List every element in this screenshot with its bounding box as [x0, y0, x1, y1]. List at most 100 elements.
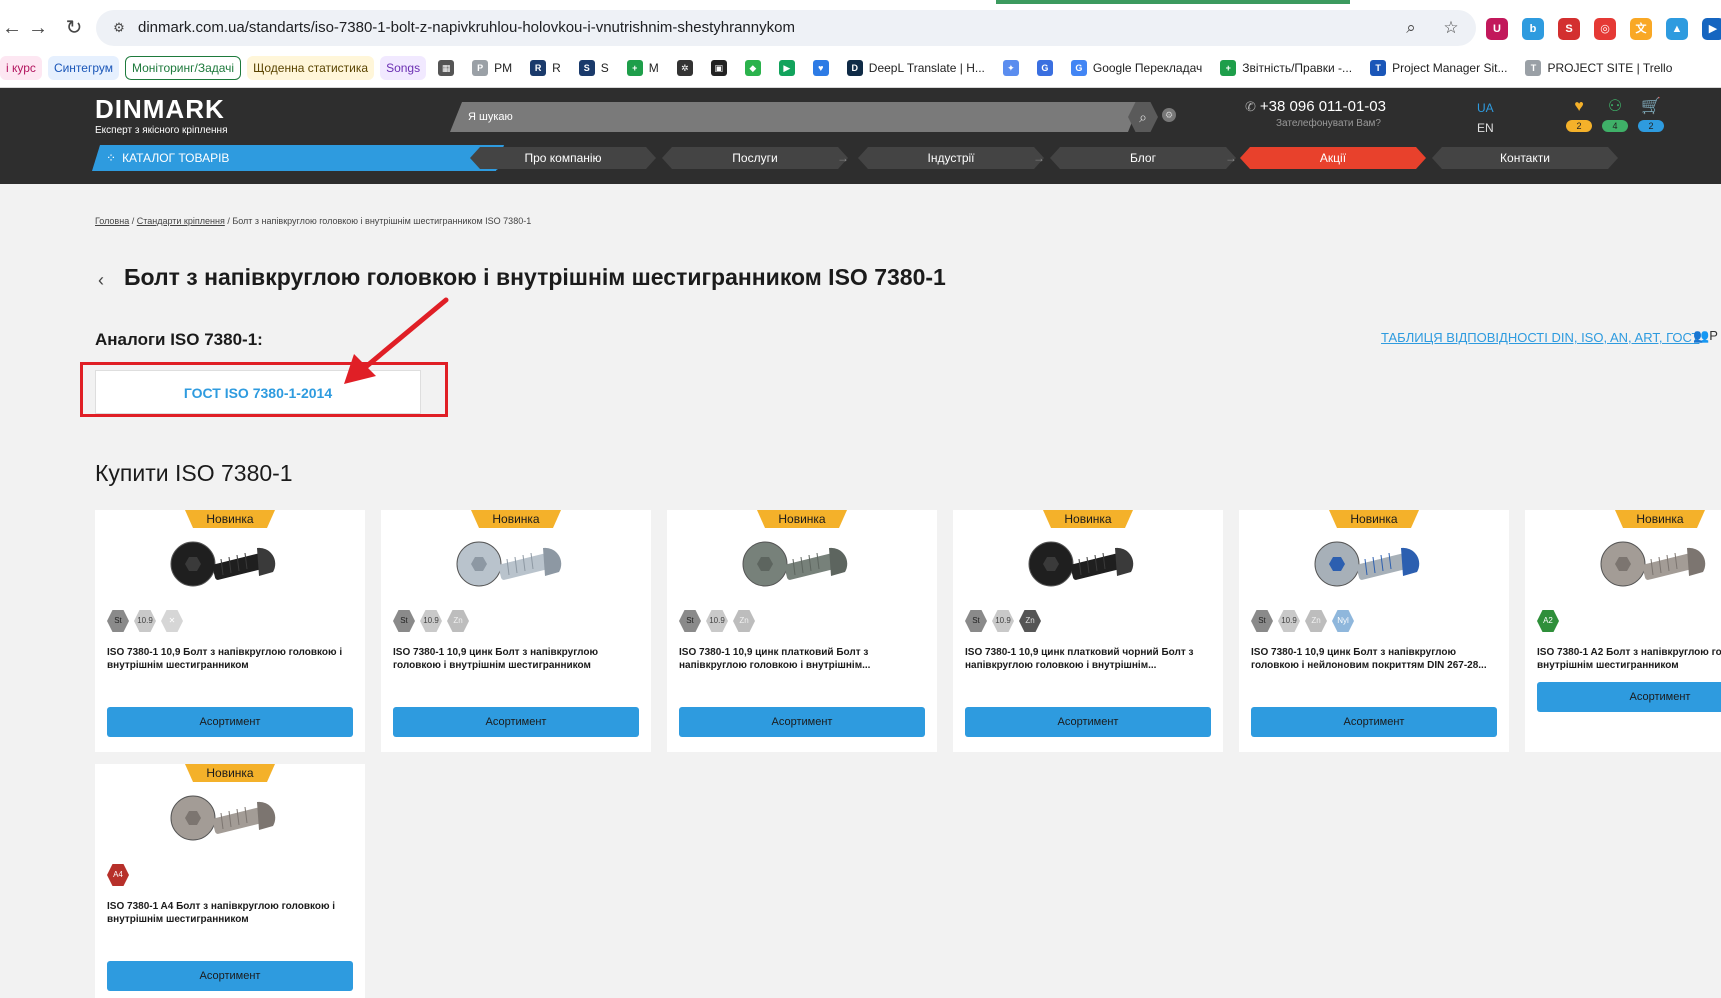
assortment-button[interactable]: Асортимент	[965, 707, 1211, 737]
nav-item[interactable]: Блог	[1050, 147, 1236, 169]
extension-icon[interactable]: ▶	[1702, 18, 1721, 40]
phone-number[interactable]: ✆ +38 096 011-01-03	[1245, 98, 1386, 115]
site-header: DINMARK Експерт з якісного кріплення ⌕ ⚙…	[0, 88, 1721, 184]
favorites-button[interactable]: ♥ 2	[1565, 98, 1593, 134]
extension-icon[interactable]: ◎	[1594, 18, 1616, 40]
bookmark-item[interactable]: D DeepL Translate | Н...	[841, 56, 991, 80]
assortment-button[interactable]: Асортимент	[679, 707, 925, 737]
bookmark-item[interactable]: Моніторинг/Задачі	[125, 56, 242, 80]
bookmark-item[interactable]: T PROJECT SITE | Trello	[1519, 56, 1678, 80]
product-image[interactable]	[165, 788, 295, 854]
product-image[interactable]	[1309, 534, 1439, 600]
bookmark-item[interactable]: T Project Manager Sit...	[1364, 56, 1513, 80]
nav-item[interactable]: Контакти	[1432, 147, 1618, 169]
assortment-button[interactable]: Асортимент	[107, 961, 353, 991]
nav-item[interactable]: Послуги	[662, 147, 848, 169]
header-actions: ♥ 2 ⚇ 4 🛒 2	[1565, 98, 1665, 134]
product-image[interactable]	[1023, 534, 1153, 600]
bookmark-item[interactable]: ♥	[807, 56, 835, 80]
bookmark-item[interactable]: P PM	[466, 56, 518, 80]
site-info-icon[interactable]: ⚙	[110, 19, 128, 37]
bookmark-item[interactable]: SS	[573, 56, 615, 80]
bookmark-star-icon[interactable]: ☆	[1440, 17, 1462, 39]
logo-wordmark: DINMARK	[95, 94, 225, 124]
material-chips: St 10.9 Zn	[679, 610, 755, 632]
product-card[interactable]: Новинка St 10.9 ✕ ISO 7380-1 10,9 Болт з нап…	[95, 510, 365, 752]
bookmark-item[interactable]: ▣	[705, 56, 733, 80]
product-title[interactable]: ISO 7380-1 10,9 цинк Болт з напівкруглою…	[1251, 646, 1501, 672]
bookmark-item[interactable]: G	[1031, 56, 1059, 80]
product-title[interactable]: ISO 7380-1 10,9 цинк платковий чорний Бо…	[965, 646, 1215, 672]
product-image[interactable]	[451, 534, 581, 600]
nav-arrow-icon: →	[837, 151, 849, 165]
compare-icon: ⚇	[1607, 98, 1623, 115]
nav-item[interactable]: Індустрії	[858, 147, 1044, 169]
material-chips: St 10.9 Zn Nyl	[1251, 610, 1354, 632]
product-card[interactable]: Новинка St 10.9 Zn ISO 7380-1 10,9 цинк плат…	[667, 510, 937, 752]
extension-icon[interactable]: 文	[1630, 18, 1652, 40]
product-card[interactable]: Новинка St 10.9 Zn Nyl ISO 7380-1 10,9 цинк Б…	[1239, 510, 1509, 752]
bookmark-favicon-icon: ✲	[676, 60, 693, 76]
search-input[interactable]	[468, 108, 1068, 126]
breadcrumb-current: Болт з напівкруглою головкою і внутрішні…	[232, 216, 532, 226]
product-image[interactable]	[1595, 534, 1721, 600]
forward-arrow-icon[interactable]: →	[26, 16, 50, 40]
lang-ua[interactable]: UA	[1477, 98, 1494, 118]
nav-item[interactable]: Про компанію	[470, 147, 656, 169]
back-arrow-icon[interactable]: ←	[0, 16, 24, 40]
bookmark-label: Звітність/Правки -...	[1242, 61, 1353, 75]
extension-icon[interactable]: ▲	[1666, 18, 1688, 40]
extension-icon[interactable]: S	[1558, 18, 1580, 40]
bookmark-item[interactable]: ✦	[997, 56, 1025, 80]
product-card[interactable]: Новинка A4 ISO 7380-1 A4 Болт з напівкругл…	[95, 764, 365, 998]
nav-item[interactable]: Акції	[1240, 147, 1426, 169]
extension-icon[interactable]: b	[1522, 18, 1544, 40]
cart-button[interactable]: 🛒 2	[1637, 98, 1665, 134]
bookmark-item[interactable]: ▦	[432, 56, 460, 80]
address-bar[interactable]: ⚙ dinmark.com.ua/standarts/iso-7380-1-bo…	[96, 10, 1476, 46]
assortment-button[interactable]: Асортимент	[1537, 682, 1721, 712]
bookmark-item[interactable]: Songs	[380, 56, 427, 80]
product-card[interactable]: Новинка St 10.9 Zn ISO 7380-1 10,9 цинк Болт…	[381, 510, 651, 752]
product-image[interactable]	[165, 534, 295, 600]
breadcrumb-home[interactable]: Головна	[95, 216, 129, 226]
zoom-icon[interactable]: ⌕	[1400, 17, 1422, 39]
product-title[interactable]: ISO 7380-1 A4 Болт з напівкруглою головк…	[107, 900, 357, 926]
site-logo[interactable]: DINMARK Експерт з якісного кріплення	[95, 94, 228, 136]
catalog-button[interactable]: ⁘ КАТАЛОГ ТОВАРІВ	[92, 145, 504, 171]
product-title[interactable]: ISO 7380-1 10,9 цинк платковий Болт з на…	[679, 646, 929, 672]
address-url[interactable]: dinmark.com.ua/standarts/iso-7380-1-bolt…	[138, 19, 795, 36]
phone-icon: ✆	[1245, 99, 1256, 114]
bookmark-item[interactable]: + M	[621, 56, 665, 80]
bookmark-item[interactable]: + Звітність/Правки -...	[1214, 56, 1358, 80]
material-chips: St 10.9 Zn	[965, 610, 1041, 632]
back-chevron-icon[interactable]: ‹	[98, 270, 104, 291]
product-title[interactable]: ISO 7380-1 10,9 цинк Болт з напівкруглою…	[393, 646, 643, 672]
product-title[interactable]: ISO 7380-1 A2 Болт з напівкруглою головк…	[1537, 646, 1721, 672]
compare-button[interactable]: ⚇ 4	[1601, 98, 1629, 134]
callback-link[interactable]: Зателефонувати Вам?	[1276, 118, 1381, 129]
material-chips: St 10.9 Zn	[393, 610, 469, 632]
reload-icon[interactable]: ↻	[62, 16, 86, 40]
lang-en[interactable]: EN	[1477, 118, 1494, 138]
search-settings-icon[interactable]: ⚙	[1162, 108, 1176, 122]
bookmark-item[interactable]: і курс	[0, 56, 42, 80]
extension-icon[interactable]: U	[1486, 18, 1508, 40]
bookmark-item[interactable]: Щоденна статистика	[247, 56, 375, 80]
bookmark-item[interactable]: RR	[524, 56, 567, 80]
assortment-button[interactable]: Асортимент	[393, 707, 639, 737]
assortment-button[interactable]: Асортимент	[107, 707, 353, 737]
product-title[interactable]: ISO 7380-1 10,9 Болт з напівкруглою голо…	[107, 646, 357, 672]
bookmark-item[interactable]: ▶	[773, 56, 801, 80]
breadcrumb-standards[interactable]: Стандарти кріплення	[137, 216, 225, 226]
assortment-button[interactable]: Асортимент	[1251, 707, 1497, 737]
bookmark-item[interactable]: Синтегрум	[47, 56, 119, 80]
bookmark-item[interactable]: G Google Перекладач	[1065, 56, 1208, 80]
bookmark-item[interactable]: ✲	[671, 56, 699, 80]
product-image[interactable]	[737, 534, 867, 600]
compatibility-table-link[interactable]: ТАБЛИЦЯ ВІДПОВІДНОСТІ DIN, ISO, AN, ART,…	[1381, 330, 1699, 345]
bookmark-item[interactable]: ◆	[739, 56, 767, 80]
product-card[interactable]: Новинка A2 ISO 7380-1 A2 Болт з напівкругл…	[1525, 510, 1721, 752]
bookmark-favicon-icon: +	[1220, 60, 1237, 76]
product-card[interactable]: Новинка St 10.9 Zn ISO 7380-1 10,9 цинк плат…	[953, 510, 1223, 752]
